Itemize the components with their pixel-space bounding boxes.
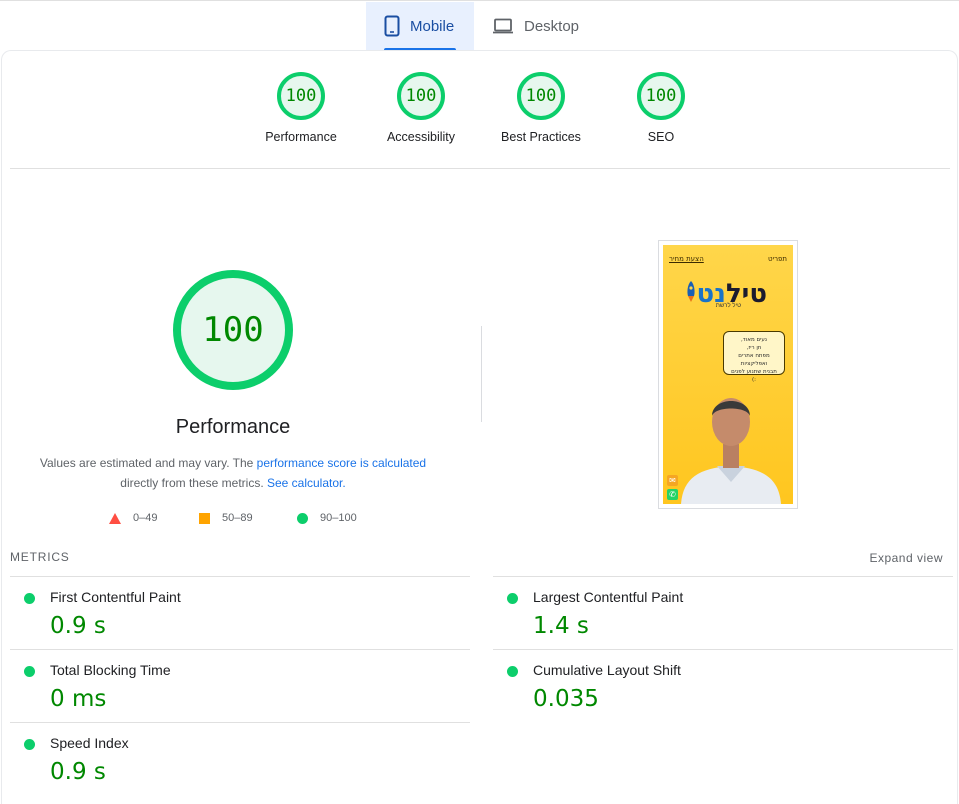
gauge-score: 100	[637, 72, 685, 120]
screenshot-page: תפריט הצעת מחיר טילנט טיל לרשת נעים מאוד…	[663, 245, 793, 504]
vertical-divider	[481, 326, 482, 422]
score-legend: 0–49 50–89 90–100	[0, 512, 470, 530]
gauge-label: SEO	[647, 130, 675, 144]
desc-text: directly from these metrics.	[120, 476, 267, 490]
pass-indicator	[507, 666, 518, 677]
metrics-heading: METRICS	[10, 550, 70, 564]
metric-value: 0.035	[533, 686, 599, 712]
screenshot-nav: תפריט הצעת מחיר	[669, 255, 787, 263]
legend-range: 50–89	[222, 512, 253, 524]
pass-indicator	[24, 593, 35, 604]
floating-icons: ✉ ✆	[666, 472, 678, 500]
performance-description: Values are estimated and may vary. The p…	[33, 453, 433, 493]
tab-desktop-label: Desktop	[524, 17, 580, 35]
chat-icon[interactable]: ✉	[667, 475, 678, 486]
metric-name: Cumulative Layout Shift	[533, 662, 681, 678]
metric-cls: Cumulative Layout Shift 0.035	[493, 649, 953, 722]
metric-fcp: First Contentful Paint 0.9 s	[10, 576, 470, 649]
legend-pass: 90–100	[297, 512, 357, 524]
whatsapp-icon[interactable]: ✆	[667, 489, 678, 500]
final-screenshot[interactable]: תפריט הצעת מחיר טילנט טיל לרשת נעים מאוד…	[658, 240, 798, 509]
gauge-score: 100	[517, 72, 565, 120]
metric-name: First Contentful Paint	[50, 589, 181, 605]
bubble-line: חן ריז,	[746, 345, 762, 351]
device-tabs: Mobile Desktop	[0, 0, 959, 51]
gauge-performance[interactable]: 100 Performance	[241, 72, 361, 144]
gauge-score: 100	[397, 72, 445, 120]
expand-view-button[interactable]: Expand view	[869, 551, 943, 565]
metric-value: 0 ms	[50, 686, 107, 712]
metric-value: 0.9 s	[50, 759, 106, 785]
pass-indicator	[24, 739, 35, 750]
metric-name: Total Blocking Time	[50, 662, 171, 678]
metric-tbt: Total Blocking Time 0 ms	[10, 649, 470, 722]
triangle-icon	[109, 512, 121, 524]
metric-value: 0.9 s	[50, 613, 106, 639]
gauge-label: Best Practices	[501, 130, 581, 144]
legend-average: 50–89	[199, 512, 253, 524]
tab-desktop[interactable]: Desktop	[474, 2, 594, 50]
screenshot-cta: הצעת מחיר	[669, 255, 704, 263]
legend-range: 0–49	[133, 512, 158, 524]
category-gauges: 100 Performance 100 Accessibility 100 Be…	[0, 72, 959, 168]
performance-title: Performance	[175, 416, 291, 438]
screenshot-tagline: טיל לרשת	[715, 303, 741, 309]
speech-bubble: נעים מאוד, חן ריז, מפתח אתרים ואפליקציות…	[723, 331, 785, 383]
metric-value: 1.4 s	[533, 613, 589, 639]
score-calculated-link[interactable]: performance score is calculated	[257, 456, 426, 470]
smartphone-icon	[384, 15, 400, 37]
tab-mobile[interactable]: Mobile	[366, 2, 474, 51]
desc-text: Values are estimated and may vary. The	[39, 456, 257, 470]
metric-name: Speed Index	[50, 735, 129, 751]
rocket-icon	[685, 281, 697, 308]
metric-speed-index: Speed Index 0.9 s	[10, 722, 470, 795]
gauge-accessibility[interactable]: 100 Accessibility	[361, 72, 481, 144]
pass-indicator	[24, 666, 35, 677]
gauge-score: 100	[277, 72, 325, 120]
gauge-seo[interactable]: 100 SEO	[601, 72, 721, 144]
gauge-best-practices[interactable]: 100 Best Practices	[481, 72, 601, 144]
metric-name: Largest Contentful Paint	[533, 589, 684, 605]
person-photo	[681, 398, 781, 504]
laptop-icon	[492, 18, 514, 34]
bubble-line: מפתח אתרים ואפליקציות	[738, 353, 770, 367]
section-divider	[10, 168, 950, 169]
screenshot-menu: תפריט	[767, 255, 787, 263]
gauge-label: Performance	[265, 130, 337, 144]
legend-fail: 0–49	[109, 512, 157, 524]
bubble-line: נעים מאוד,	[741, 337, 767, 343]
pass-indicator	[507, 593, 518, 604]
metric-lcp: Largest Contentful Paint 1.4 s	[493, 576, 953, 649]
gauge-label: Accessibility	[386, 130, 456, 144]
tab-mobile-label: Mobile	[410, 17, 455, 35]
circle-icon	[297, 512, 308, 524]
performance-score-gauge: 100	[173, 270, 293, 390]
square-icon	[199, 512, 210, 524]
legend-range: 90–100	[320, 512, 357, 524]
see-calculator-link[interactable]: See calculator.	[267, 476, 346, 490]
